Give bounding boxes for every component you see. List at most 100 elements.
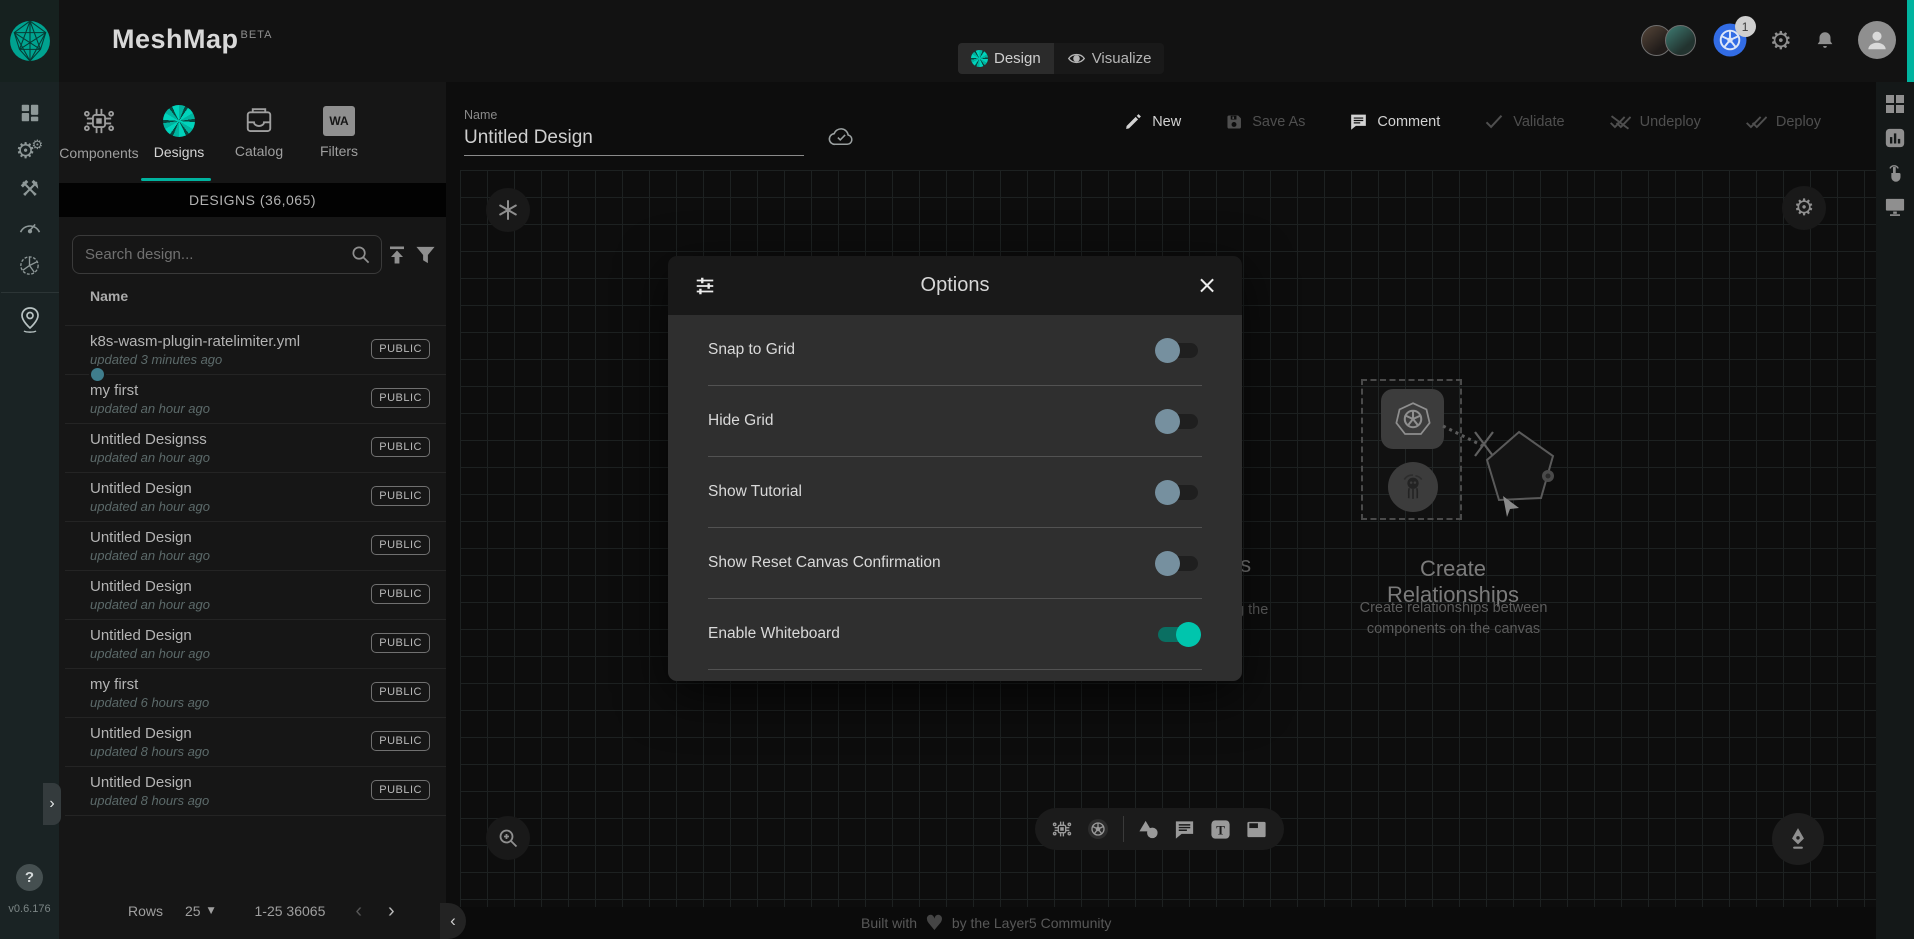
comment-button[interactable]: Comment	[1349, 112, 1440, 131]
app-title: MeshMapBETA	[112, 24, 272, 55]
save-as-button[interactable]: Save As	[1225, 112, 1305, 131]
design-row[interactable]: Untitled Design updated an hour ago PUBL…	[65, 571, 446, 620]
name-field-label: Name	[464, 108, 854, 122]
canvas-toolbar: New Save As Comment Validate	[1124, 112, 1821, 131]
canvas-settings-button[interactable]: ⚙	[1782, 186, 1826, 230]
floppy-icon	[1225, 113, 1243, 131]
dock-divider	[1123, 816, 1124, 842]
comment-icon	[1349, 112, 1368, 131]
tab-filters[interactable]: WA Filters	[299, 82, 379, 183]
right-tool-strip	[1876, 82, 1914, 939]
cloud-saved-icon[interactable]	[828, 126, 855, 148]
panel-expand-chevron[interactable]: ›	[43, 783, 61, 825]
name-column-header: Name	[90, 288, 128, 304]
check-icon	[1484, 113, 1504, 130]
nav-extensions-icon[interactable]	[0, 246, 59, 284]
search-input[interactable]	[85, 246, 350, 263]
settings-gear-icon[interactable]: ⚙	[1770, 26, 1792, 55]
tab-components[interactable]: Components	[59, 82, 139, 183]
flower-asterisk-icon	[497, 199, 519, 221]
option-toggle[interactable]	[1158, 556, 1198, 571]
deploy-button[interactable]: Deploy	[1745, 112, 1821, 131]
options-list: Snap to Grid Hide Grid Show Tutorial Sho…	[668, 315, 1242, 681]
design-name-input[interactable]	[464, 122, 804, 156]
designs-count-header: DESIGNS (36,065)	[59, 183, 446, 217]
dock-comment-icon[interactable]	[1173, 818, 1196, 841]
collaborator-avatar-2[interactable]	[1665, 25, 1696, 56]
nav-configuration-icon[interactable]: ⚒	[0, 170, 59, 208]
tab-designs[interactable]: Designs	[139, 82, 219, 183]
widgets-grid-icon[interactable]	[1885, 94, 1905, 114]
validate-button[interactable]: Validate	[1484, 112, 1564, 131]
option-row: Snap to Grid	[708, 315, 1202, 386]
deploy-double-check-icon	[1745, 113, 1767, 131]
visualize-mode-button[interactable]: Visualize	[1054, 43, 1165, 74]
dock-components-icon[interactable]	[1051, 818, 1073, 840]
version-label: v0.6.176	[0, 903, 59, 915]
design-row[interactable]: Untitled Design updated an hour ago PUBL…	[65, 620, 446, 669]
mode-toggle: Design Visualize	[958, 43, 1164, 74]
dock-kubernetes-icon[interactable]	[1086, 817, 1110, 841]
options-modal: Options × Snap to Grid Hide Grid Show Tu…	[668, 256, 1242, 681]
canvas-actions-button[interactable]	[486, 188, 530, 232]
design-name-field: Name	[464, 108, 854, 156]
tutorial-relationship-illustration	[1441, 404, 1581, 574]
screen-share-icon[interactable]	[1884, 197, 1906, 217]
active-tab-indicator	[141, 178, 211, 181]
footer-collapse-chevron[interactable]: ‹	[440, 903, 466, 939]
header-actions: 1 ⚙	[1641, 21, 1896, 59]
option-row: Enable Whiteboard	[708, 599, 1202, 670]
nav-lifecycle-icon[interactable]: ⚙⚙	[0, 132, 59, 170]
tune-sliders-icon	[694, 275, 716, 297]
dock-shapes-icon[interactable]	[1137, 818, 1160, 841]
design-row[interactable]: k8s-wasm-plugin-ratelimiter.yml updated …	[65, 326, 446, 375]
collaborator-dot	[89, 366, 106, 383]
import-design-icon[interactable]	[386, 244, 408, 266]
visibility-badge: PUBLIC	[371, 731, 430, 751]
header: MeshMapBETA Design Visualize	[0, 0, 1914, 82]
help-button[interactable]: ?	[16, 864, 43, 891]
new-button[interactable]: New	[1124, 112, 1181, 131]
design-mode-button[interactable]: Design	[958, 43, 1054, 74]
design-row[interactable]: Untitled Design updated 8 hours ago PUBL…	[65, 767, 446, 816]
dock-media-icon[interactable]	[1245, 818, 1268, 841]
option-label: Enable Whiteboard	[708, 625, 840, 643]
search-icon[interactable]	[350, 244, 371, 265]
option-toggle[interactable]	[1158, 485, 1198, 500]
design-row[interactable]: my first updated 6 hours ago PUBLIC	[65, 669, 446, 718]
kubernetes-context-button[interactable]: 1	[1712, 22, 1748, 58]
nav-dashboard-icon[interactable]	[0, 94, 59, 132]
analytics-chart-icon[interactable]	[1884, 127, 1906, 149]
design-row[interactable]: Untitled Design updated an hour ago PUBL…	[65, 522, 446, 571]
tutorial-squid-node	[1388, 462, 1438, 512]
filter-funnel-icon[interactable]	[415, 245, 436, 265]
next-page-chevron[interactable]: ›	[388, 900, 395, 923]
design-row[interactable]: Untitled Design updated an hour ago PUBL…	[65, 473, 446, 522]
notifications-bell-icon[interactable]	[1814, 29, 1836, 52]
heart-icon: ♥	[925, 913, 944, 934]
prev-page-chevron[interactable]: ‹	[355, 900, 362, 923]
option-toggle[interactable]	[1158, 343, 1198, 358]
design-row[interactable]: my first updated an hour ago PUBLIC	[65, 375, 446, 424]
undeploy-button[interactable]: Undeploy	[1609, 112, 1701, 131]
dock-text-icon[interactable]: T	[1209, 818, 1232, 841]
touch-gesture-icon[interactable]	[1884, 162, 1906, 184]
design-row[interactable]: Untitled Designss updated an hour ago PU…	[65, 424, 446, 473]
footer: ‹ Built with ♥ by the Layer5 Community ‹	[446, 907, 1914, 939]
options-modal-header: Options ×	[668, 256, 1242, 315]
meshery-logo[interactable]	[0, 0, 59, 82]
footer-credit: Built with ♥ by the Layer5 Community	[861, 907, 1111, 939]
tab-catalog[interactable]: Catalog	[219, 82, 299, 183]
nav-meshmap-icon[interactable]	[0, 301, 59, 339]
option-row: Hide Grid	[708, 386, 1202, 457]
design-row[interactable]: Untitled Design updated 8 hours ago PUBL…	[65, 718, 446, 767]
option-toggle[interactable]	[1158, 627, 1198, 642]
page-size-select[interactable]: 25 ▼	[185, 903, 215, 919]
zoom-in-button[interactable]	[486, 816, 530, 860]
close-icon[interactable]: ×	[1192, 270, 1222, 300]
freehand-draw-button[interactable]	[1772, 813, 1824, 865]
option-toggle[interactable]	[1158, 414, 1198, 429]
nav-performance-icon[interactable]	[0, 208, 59, 246]
visibility-badge: PUBLIC	[371, 388, 430, 408]
user-avatar[interactable]	[1858, 21, 1896, 59]
